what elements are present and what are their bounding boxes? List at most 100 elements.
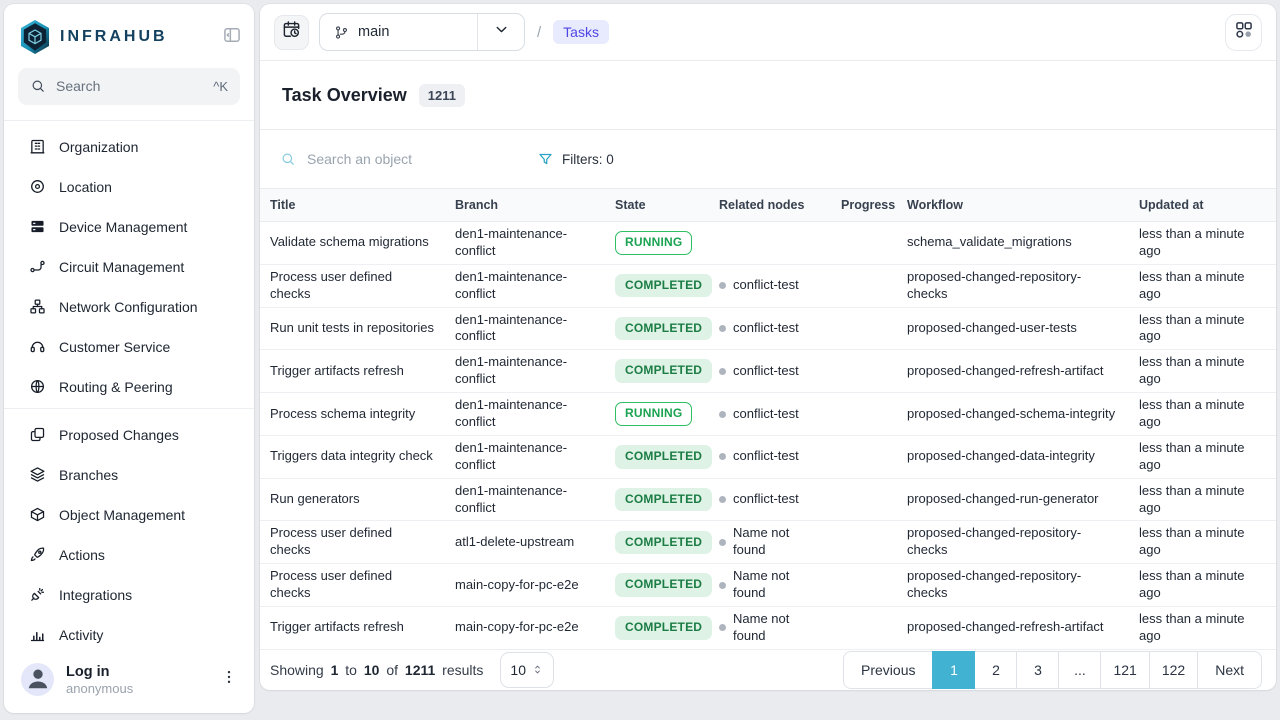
integrations-icon <box>29 586 46 603</box>
sidebar-item-label: Location <box>59 179 112 195</box>
cell-related-nodes: Name not found <box>709 564 831 607</box>
cell-branch: den1-maintenance-conflict <box>445 435 605 478</box>
table-row[interactable]: Run unit tests in repositoriesden1-maint… <box>260 307 1276 350</box>
time-travel-button[interactable] <box>274 15 309 50</box>
sidebar-item-label: Object Management <box>59 507 185 523</box>
user-menu-button[interactable] <box>220 668 238 691</box>
user-row[interactable]: Log in anonymous <box>4 655 254 713</box>
sidebar-item-actions[interactable]: Actions <box>4 535 254 575</box>
sidebar-item-routing-peering[interactable]: Routing & Peering <box>4 367 254 407</box>
cell-related-nodes: conflict-test <box>709 264 831 307</box>
cell-updated-at: less than a minute ago <box>1129 435 1276 478</box>
object-search-input[interactable]: Search an object <box>280 151 510 167</box>
branch-current[interactable]: main <box>320 14 477 50</box>
table-row[interactable]: Process user defined checksatl1-delete-u… <box>260 521 1276 564</box>
summary-total: 1211 <box>405 662 435 678</box>
cell-title: Run unit tests in repositories <box>260 307 445 350</box>
column-header-title: Title <box>260 189 445 222</box>
cell-updated-at: less than a minute ago <box>1129 393 1276 436</box>
cell-state: COMPLETED <box>605 521 709 564</box>
cell-updated-at: less than a minute ago <box>1129 350 1276 393</box>
apps-grid-icon <box>1234 20 1254 45</box>
sidebar-item-integrations[interactable]: Integrations <box>4 575 254 615</box>
cell-state: COMPLETED <box>605 607 709 650</box>
pagination-page-1[interactable]: 1 <box>932 651 975 689</box>
page-header: Task Overview 1211 <box>260 61 1276 129</box>
sidebar-item-network-configuration[interactable]: Network Configuration <box>4 287 254 327</box>
table-row[interactable]: Process user defined checksmain-copy-for… <box>260 564 1276 607</box>
pagination-page-121[interactable]: 121 <box>1100 651 1149 689</box>
cell-branch: den1-maintenance-conflict <box>445 307 605 350</box>
sidebar-item-label: Device Management <box>59 219 187 235</box>
branches-icon <box>29 466 46 483</box>
search-icon <box>30 78 46 94</box>
column-header-state: State <box>605 189 709 222</box>
sidebar-item-customer-service[interactable]: Customer Service <box>4 327 254 367</box>
sidebar-item-activity[interactable]: Activity <box>4 615 254 655</box>
sidebar-item-location[interactable]: Location <box>4 167 254 207</box>
cell-workflow: proposed-changed-user-tests <box>897 307 1129 350</box>
cell-title: Process user defined checks <box>260 521 445 564</box>
sidebar-item-organization[interactable]: Organization <box>4 127 254 167</box>
related-node-dot <box>719 582 726 589</box>
sidebar-item-object-management[interactable]: Object Management <box>4 495 254 535</box>
kebab-icon <box>220 668 238 691</box>
cell-title: Process user defined checks <box>260 564 445 607</box>
cell-workflow: proposed-changed-repository-checks <box>897 264 1129 307</box>
related-node-name: conflict-test <box>733 406 799 423</box>
chevron-down-icon <box>493 21 510 43</box>
collapse-panel-icon <box>222 25 242 50</box>
pagination-previous[interactable]: Previous <box>843 651 933 689</box>
related-node-dot <box>719 624 726 631</box>
task-count-badge: 1211 <box>419 84 465 107</box>
related-node-dot <box>719 325 726 332</box>
sidebar-item-device-management[interactable]: Device Management <box>4 207 254 247</box>
filters-button[interactable]: Filters: 0 <box>538 152 614 167</box>
page-size-select[interactable]: 10 <box>500 652 554 688</box>
pagination-page-122[interactable]: 122 <box>1149 651 1198 689</box>
results-summary: Showing 1 to 10 of 1211 results <box>270 662 486 678</box>
branch-dropdown-toggle[interactable] <box>478 14 524 50</box>
brand-name: INFRAHUB <box>60 28 168 46</box>
table-row[interactable]: Trigger artifacts refreshden1-maintenanc… <box>260 350 1276 393</box>
filters-label: Filters: 0 <box>562 152 614 167</box>
sidebar-item-circuit-management[interactable]: Circuit Management <box>4 247 254 287</box>
cell-workflow: proposed-changed-data-integrity <box>897 435 1129 478</box>
breadcrumb-tasks[interactable]: Tasks <box>553 20 609 44</box>
pagination-page-3[interactable]: 3 <box>1016 651 1059 689</box>
table-row[interactable]: Validate schema migrationsden1-maintenan… <box>260 222 1276 265</box>
sidebar-collapse-button[interactable] <box>222 25 242 50</box>
table-row[interactable]: Trigger artifacts refreshmain-copy-for-p… <box>260 607 1276 650</box>
user-text: Log in anonymous <box>66 663 133 697</box>
table-row[interactable]: Triggers data integrity checkden1-mainte… <box>260 435 1276 478</box>
pagination-page-2[interactable]: 2 <box>974 651 1017 689</box>
cell-updated-at: less than a minute ago <box>1129 564 1276 607</box>
calendar-clock-icon <box>282 20 301 44</box>
sidebar-item-label: Organization <box>59 139 138 155</box>
branch-selector[interactable]: main <box>319 13 525 51</box>
table-row[interactable]: Process schema integrityden1-maintenance… <box>260 393 1276 436</box>
search-icon <box>280 151 296 167</box>
state-badge: COMPLETED <box>615 274 712 298</box>
sidebar-item-branches[interactable]: Branches <box>4 455 254 495</box>
apps-button[interactable] <box>1225 14 1262 51</box>
cell-workflow: proposed-changed-repository-checks <box>897 521 1129 564</box>
cell-branch: den1-maintenance-conflict <box>445 264 605 307</box>
pagination-next[interactable]: Next <box>1197 651 1262 689</box>
actions-icon <box>29 546 46 563</box>
pagination-ellipsis[interactable]: ... <box>1058 651 1101 689</box>
username: anonymous <box>66 681 133 697</box>
cell-related-nodes: conflict-test <box>709 350 831 393</box>
network-icon <box>29 298 46 315</box>
sidebar-item-proposed-changes[interactable]: Proposed Changes <box>4 415 254 455</box>
sidebar-item-label: Routing & Peering <box>59 379 173 395</box>
main-content: main / Tasks Task Overview 1211 Search a… <box>260 4 1276 690</box>
sidebar-search[interactable]: Search ^K <box>18 68 240 105</box>
table-row[interactable]: Process user defined checksden1-maintena… <box>260 264 1276 307</box>
table-row[interactable]: Run generatorsden1-maintenance-conflictC… <box>260 478 1276 521</box>
cell-progress <box>831 521 897 564</box>
organization-icon <box>29 138 46 155</box>
cell-workflow: proposed-changed-run-generator <box>897 478 1129 521</box>
cell-workflow: proposed-changed-repository-checks <box>897 564 1129 607</box>
column-header-branch: Branch <box>445 189 605 222</box>
